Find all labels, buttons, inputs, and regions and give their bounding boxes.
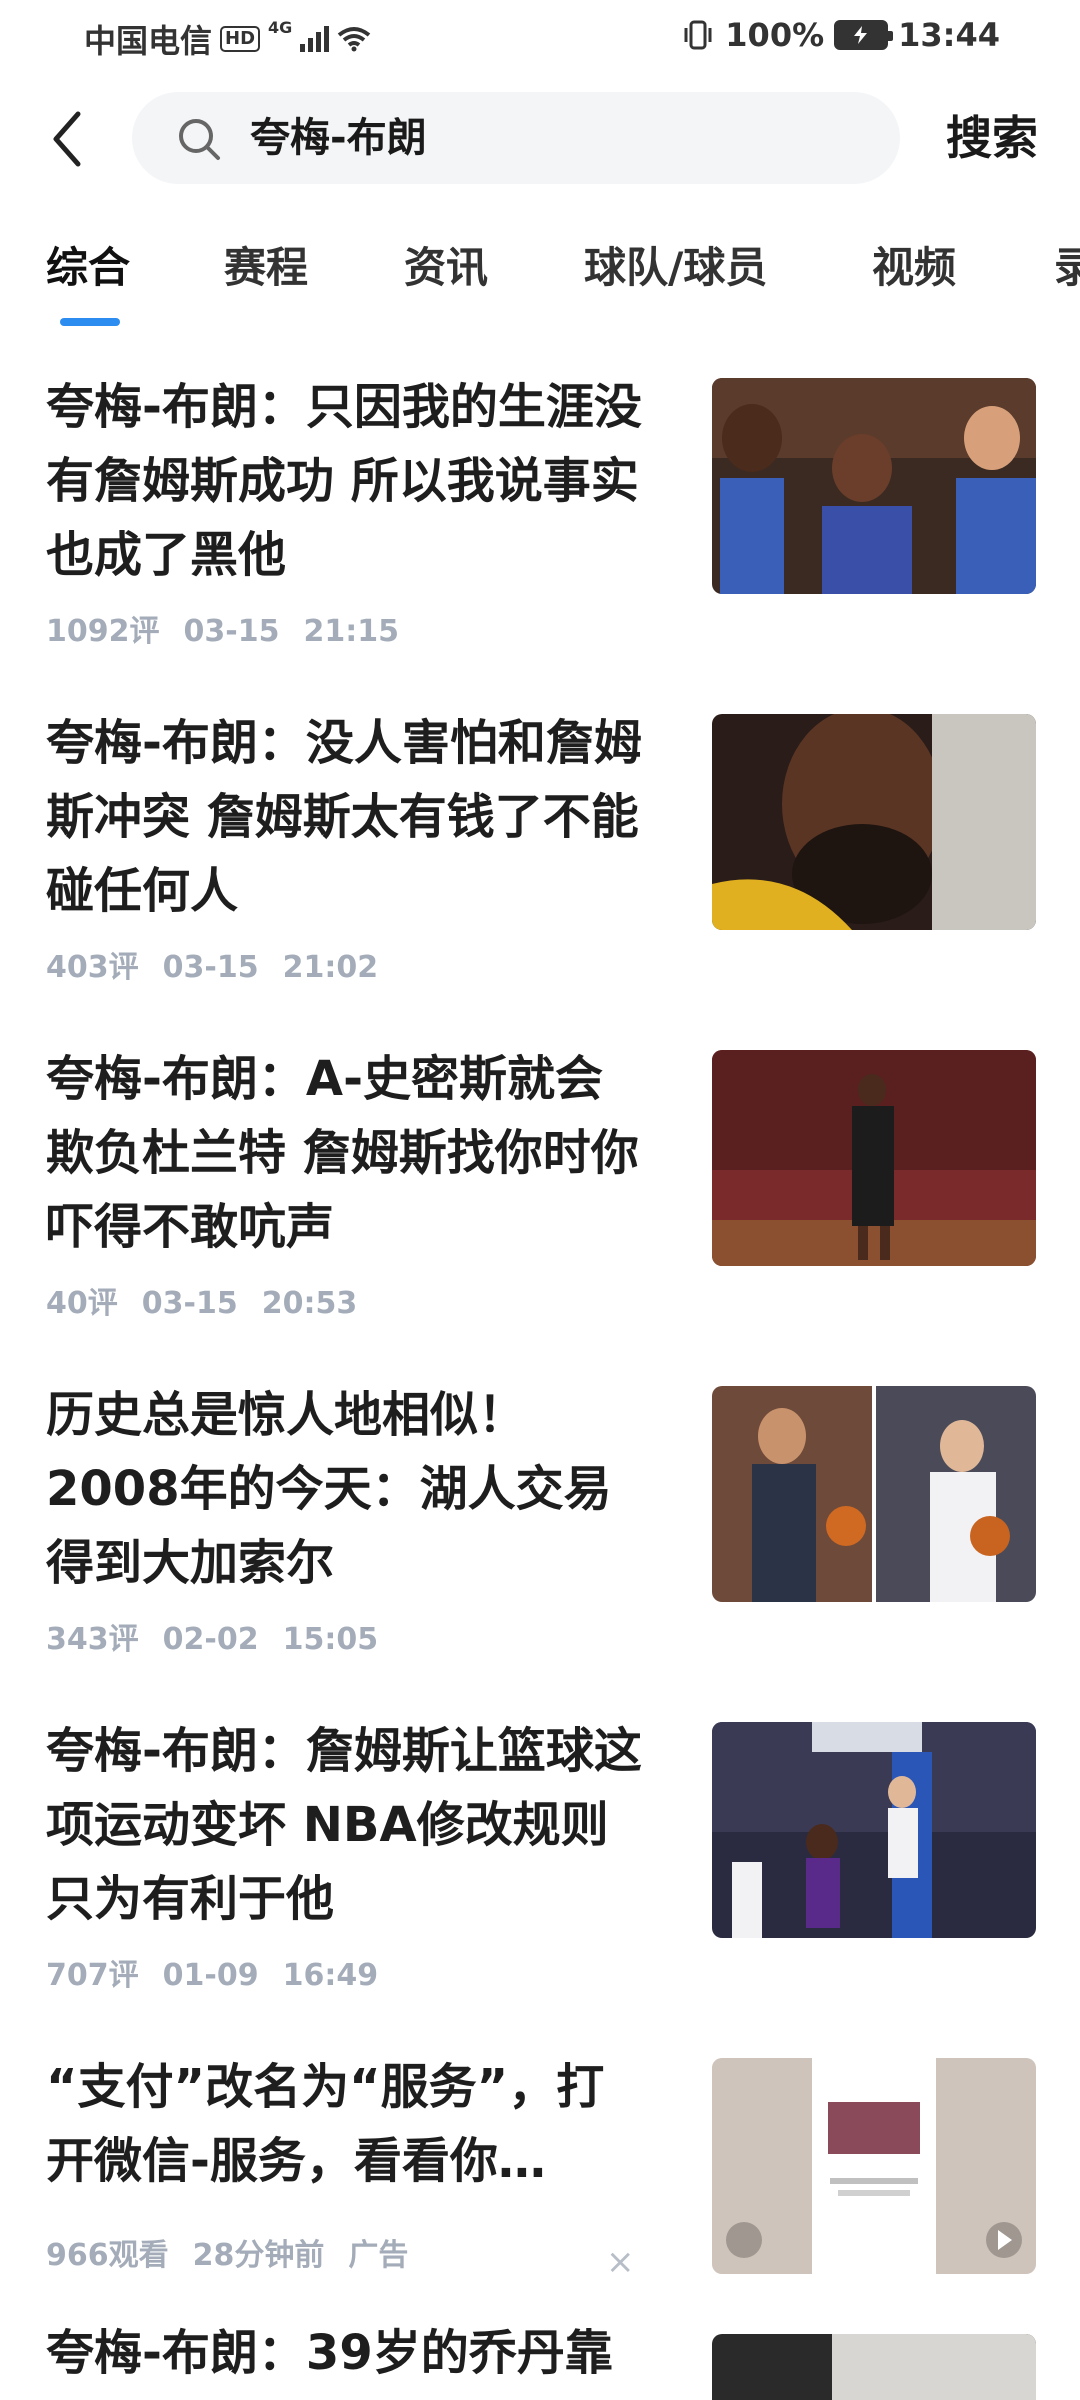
news-thumbnail bbox=[712, 1386, 1036, 1602]
tab-overview[interactable]: 综合 bbox=[46, 240, 130, 296]
news-thumbnail bbox=[712, 2334, 1036, 2400]
news-time: 20:53 bbox=[261, 1286, 358, 1321]
news-thumbnail bbox=[712, 378, 1036, 594]
news-meta: 1092评 03-15 21:15 bbox=[46, 606, 423, 650]
news-title: 历史总是惊人地相似！2008年的今天：湖人交易得到大加索尔 bbox=[46, 1387, 612, 1591]
status-left: 中国电信 HD 4G bbox=[84, 16, 371, 62]
battery-icon bbox=[834, 20, 894, 50]
status-bar: 中国电信 HD 4G 100% 13:44 bbox=[0, 0, 1080, 76]
comment-count: 1092评 bbox=[46, 614, 160, 649]
tab-news[interactable]: 资讯 bbox=[404, 240, 488, 296]
chevron-left-icon bbox=[53, 111, 81, 167]
news-item[interactable]: 夸梅-布朗：只因我的生涯没有詹姆斯成功 所以我说事实也成了黑他 1092评 03-… bbox=[0, 370, 1080, 706]
ad-thumbnail bbox=[712, 2058, 1036, 2274]
wifi-icon bbox=[338, 27, 371, 52]
news-date: 03-15 bbox=[183, 614, 280, 649]
search-query: 夸梅-布朗 bbox=[250, 115, 427, 161]
vibrate-icon bbox=[684, 20, 712, 50]
comment-count: 40评 bbox=[46, 1286, 118, 1321]
news-thumbnail bbox=[712, 1722, 1036, 1938]
tab-bar: 综合 赛程 资讯 球队/球员 视频 录 bbox=[0, 232, 1080, 332]
ad-video-photo-icon bbox=[712, 2058, 1036, 2274]
news-title: 夸梅-布朗：没人害怕和詹姆斯冲突 詹姆斯太有钱了不能碰任何人 bbox=[46, 715, 642, 919]
tab-teams-players[interactable]: 球队/球员 bbox=[584, 240, 767, 296]
tab-schedule[interactable]: 赛程 bbox=[224, 240, 308, 296]
news-title: 夸梅-布朗：詹姆斯让篮球这项运动变坏 NBA修改规则只为有利于他 bbox=[46, 1723, 642, 1927]
news-time: 16:49 bbox=[282, 1958, 379, 1993]
comment-count: 707评 bbox=[46, 1958, 139, 1993]
news-date: 01-09 bbox=[162, 1958, 259, 1993]
news-date: 02-02 bbox=[162, 1622, 259, 1657]
news-item[interactable]: 夸梅-布朗：A-史密斯就会欺负杜兰特 詹姆斯找你时你吓得不敢吭声 40评 03-1… bbox=[0, 1042, 1080, 1378]
news-meta: 343评 02-02 15:05 bbox=[46, 1614, 402, 1658]
ad-close-button[interactable]: × bbox=[606, 2242, 635, 2282]
status-right: 100% 13:44 bbox=[681, 16, 1000, 54]
news-date: 03-15 bbox=[141, 1286, 238, 1321]
players-split-photo-icon bbox=[712, 1386, 1036, 1602]
news-title: 夸梅-布朗：39岁的乔丹靠 bbox=[46, 2325, 613, 2381]
news-time: 21:02 bbox=[282, 950, 379, 985]
news-meta: 707评 01-09 16:49 bbox=[46, 1950, 402, 1994]
news-title: 夸梅-布朗：A-史密斯就会欺负杜兰特 詹姆斯找你时你吓得不敢吭声 bbox=[46, 1051, 639, 1255]
carrier-label: 中国电信 bbox=[84, 22, 213, 60]
view-count: 966观看 bbox=[46, 2238, 169, 2273]
comment-count: 403评 bbox=[46, 950, 139, 985]
player-portrait-photo-icon bbox=[712, 714, 1036, 930]
news-thumbnail bbox=[712, 714, 1036, 930]
news-date: 03-15 bbox=[162, 950, 259, 985]
signal-icon bbox=[300, 26, 330, 52]
ad-time: 28分钟前 bbox=[192, 2238, 325, 2273]
news-item[interactable]: 夸梅-布朗：39岁的乔丹靠 bbox=[0, 2324, 1080, 2400]
tab-video[interactable]: 视频 bbox=[872, 240, 956, 296]
player-court-photo-icon bbox=[712, 1050, 1036, 1266]
comment-count: 343评 bbox=[46, 1622, 139, 1657]
back-button[interactable] bbox=[44, 104, 94, 174]
news-thumbnail bbox=[712, 1050, 1036, 1266]
hd-badge: HD bbox=[220, 26, 261, 52]
basketball-players-photo-icon bbox=[712, 378, 1036, 594]
tab-more[interactable]: 录 bbox=[1054, 240, 1080, 296]
network-type: 4G bbox=[268, 18, 293, 37]
news-meta: 40评 03-15 20:53 bbox=[46, 1278, 381, 1322]
news-time: 15:05 bbox=[282, 1622, 379, 1657]
news-item[interactable]: 历史总是惊人地相似！2008年的今天：湖人交易得到大加索尔 343评 02-02 1… bbox=[0, 1378, 1080, 1714]
news-time: 21:15 bbox=[303, 614, 399, 649]
ad-meta: 966观看 28分钟前 广告 bbox=[46, 2230, 432, 2274]
video-photo-icon bbox=[712, 2334, 1036, 2400]
clock: 13:44 bbox=[898, 16, 1000, 54]
game-action-photo-icon bbox=[712, 1722, 1036, 1938]
search-icon bbox=[179, 119, 220, 160]
search-input[interactable]: 夸梅-布朗 bbox=[132, 92, 900, 184]
news-item[interactable]: 夸梅-布朗：詹姆斯让篮球这项运动变坏 NBA修改规则只为有利于他 707评 01-… bbox=[0, 1714, 1080, 2050]
news-title: 夸梅-布朗：只因我的生涯没有詹姆斯成功 所以我说事实也成了黑他 bbox=[46, 379, 642, 583]
news-item[interactable]: 夸梅-布朗：没人害怕和詹姆斯冲突 詹姆斯太有钱了不能碰任何人 403评 03-15… bbox=[0, 706, 1080, 1042]
ad-tag: 广告 bbox=[348, 2238, 409, 2273]
active-tab-indicator bbox=[60, 318, 120, 326]
battery-percent: 100% bbox=[725, 16, 825, 54]
ad-title: “支付”改名为“服务”，打开微信-服务，看看你… bbox=[46, 2059, 605, 2189]
search-button[interactable]: 搜索 bbox=[946, 108, 1038, 168]
news-meta: 403评 03-15 21:02 bbox=[46, 942, 402, 986]
